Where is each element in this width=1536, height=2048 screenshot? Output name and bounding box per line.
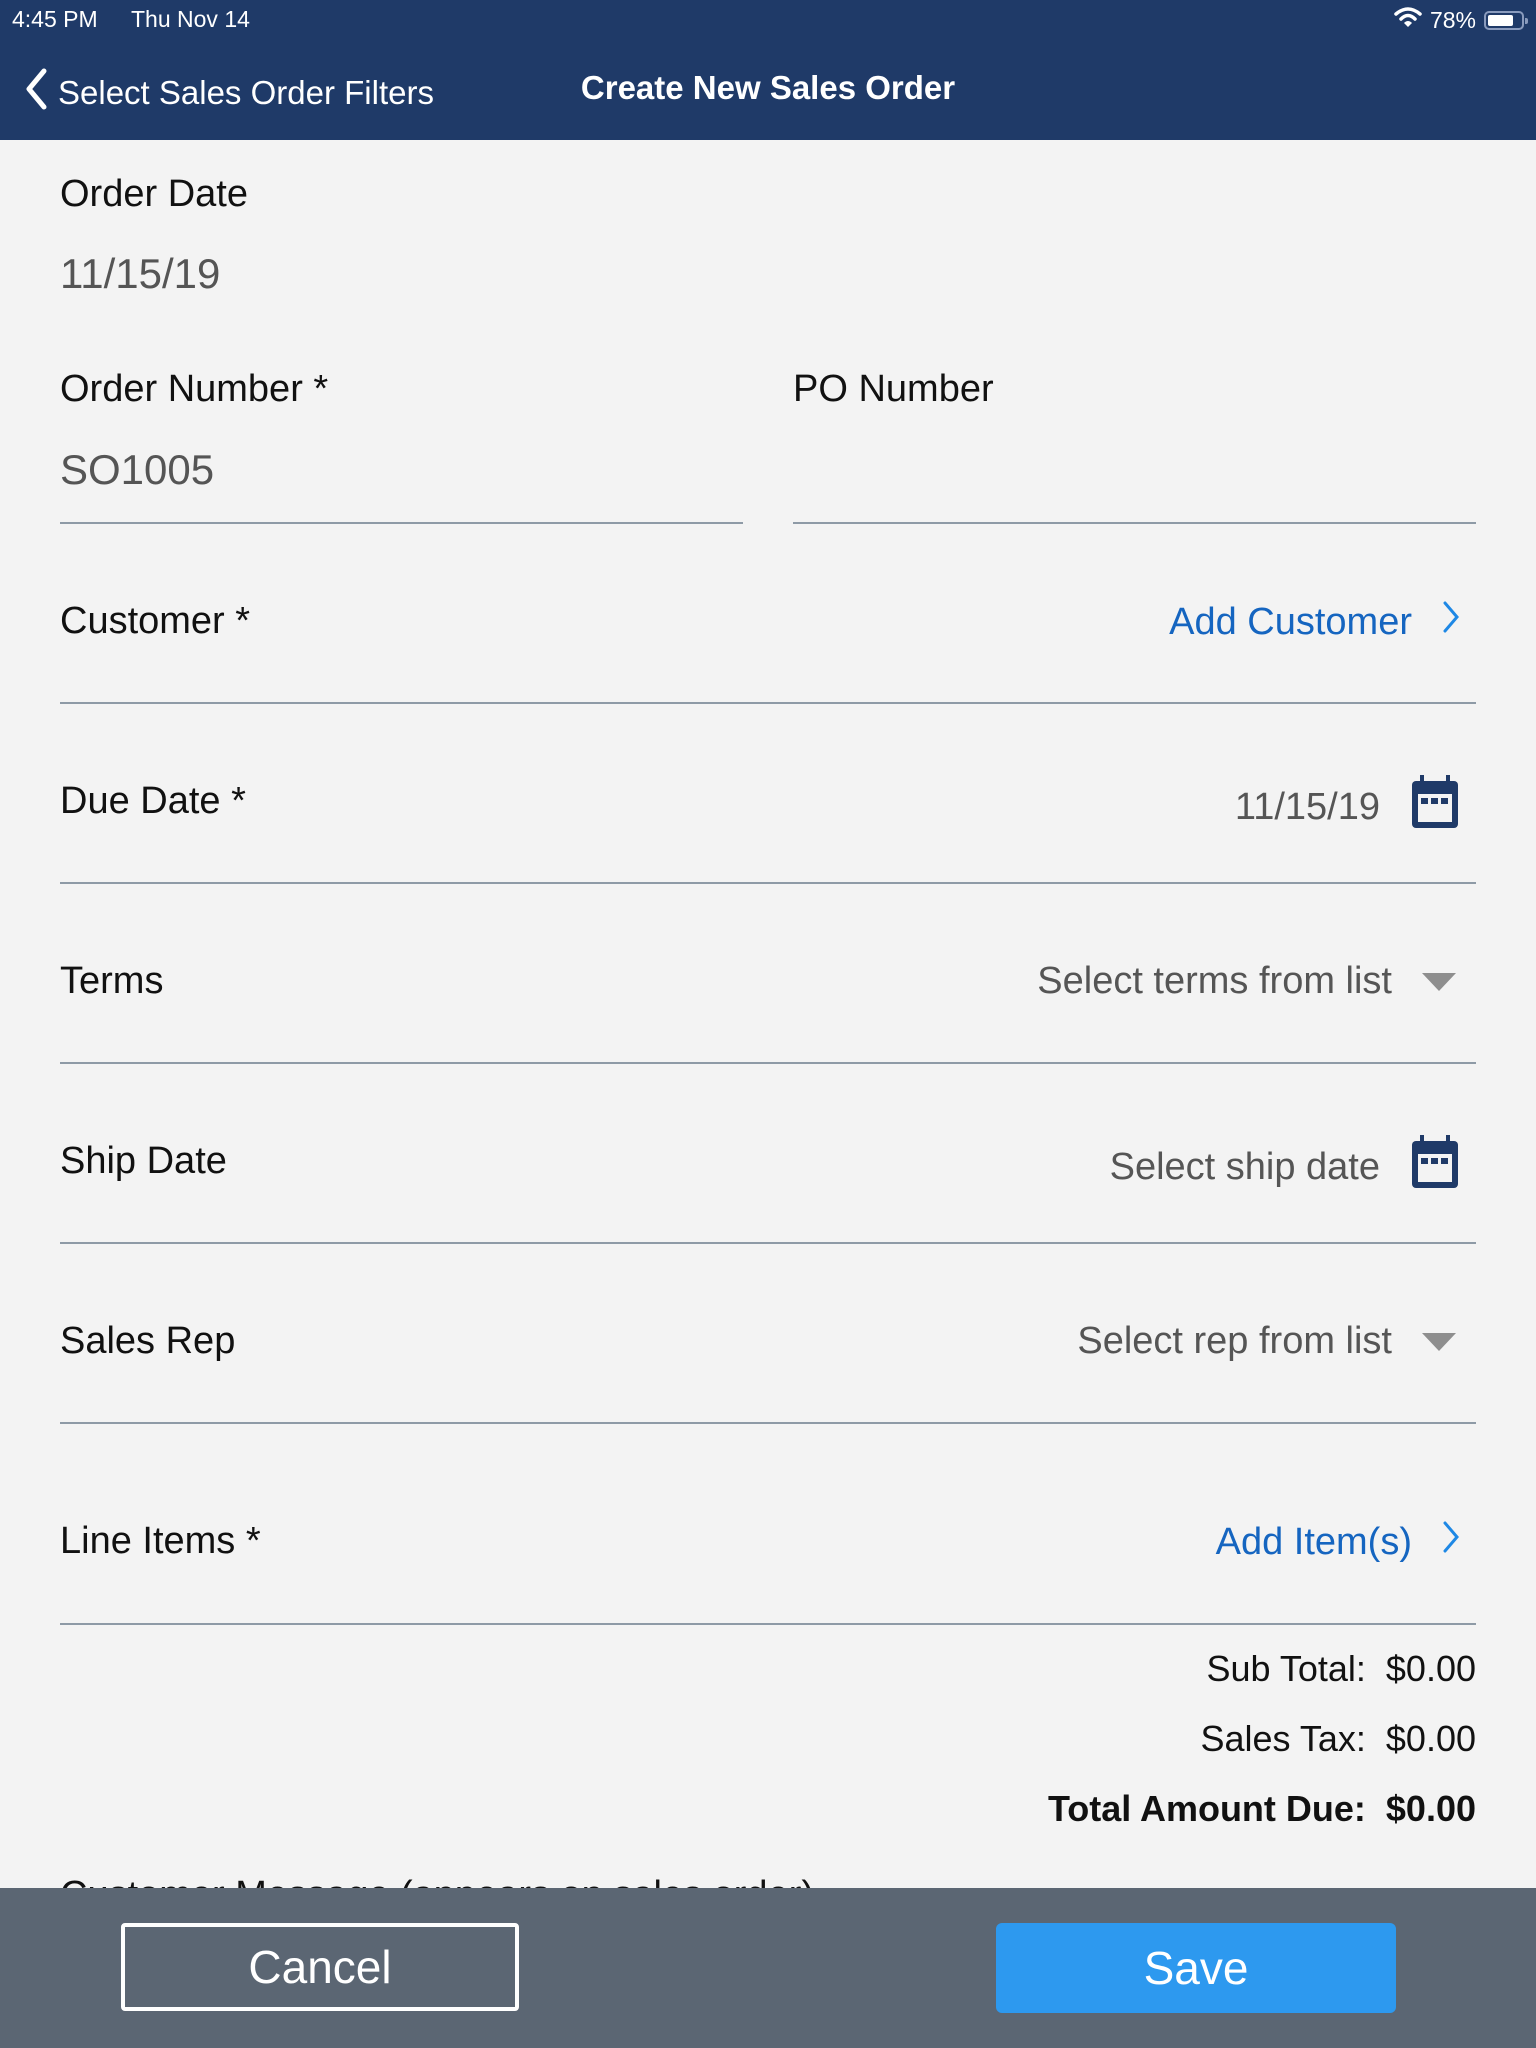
po-number-label: PO Number [793, 368, 994, 410]
due-date-value: 11/15/19 [1234, 785, 1380, 828]
order-date-value: 11/15/19 [60, 250, 221, 297]
sales-rep-dropdown[interactable]: Select rep from list [1077, 1320, 1460, 1363]
line-items-underline [60, 1623, 1476, 1625]
battery-percent: 78% [1429, 6, 1476, 33]
line-items-label: Line Items * [60, 1520, 261, 1562]
terms-dropdown[interactable]: Select terms from list [1037, 960, 1460, 1003]
sub-total-label: Sub Total: [1206, 1648, 1366, 1689]
due-date-label: Due Date * [60, 780, 246, 822]
customer-underline [60, 702, 1476, 704]
sub-total-value: $0.00 [1385, 1648, 1476, 1689]
add-items-button[interactable]: Add Item(s) [1216, 1520, 1460, 1564]
calendar-icon [1410, 774, 1460, 840]
status-date: Thu Nov 14 [131, 6, 250, 32]
po-number-underline [793, 522, 1476, 524]
calendar-icon [1410, 1134, 1460, 1200]
status-bar: 4:45 PM Thu Nov 14 78% [0, 0, 1536, 40]
sales-tax-row: Sales Tax: $0.00 [1200, 1718, 1476, 1760]
terms-placeholder: Select terms from list [1037, 960, 1392, 1002]
status-right: 78% [1394, 6, 1528, 34]
ship-date-underline [60, 1242, 1476, 1244]
due-date-picker[interactable]: 11/15/19 [1235, 774, 1460, 840]
sales-rep-underline [60, 1422, 1476, 1424]
total-due-row: Total Amount Due: $0.00 [1048, 1788, 1476, 1830]
battery-fill [1488, 14, 1513, 26]
terms-label: Terms [60, 960, 164, 1002]
sub-total-row: Sub Total: $0.00 [1206, 1648, 1476, 1690]
bottom-action-bar: Cancel Save [0, 1888, 1536, 2048]
save-button[interactable]: Save [996, 1923, 1396, 2013]
add-items-label: Add Item(s) [1215, 1520, 1412, 1563]
page-title: Create New Sales Order [580, 69, 956, 106]
customer-label: Customer * [60, 600, 251, 642]
add-customer-label: Add Customer [1169, 600, 1412, 643]
ship-date-picker[interactable]: Select ship date [1110, 1134, 1460, 1200]
total-due-value: $0.00 [1385, 1788, 1476, 1829]
cancel-button[interactable]: Cancel [121, 1923, 519, 2011]
wifi-icon [1394, 6, 1422, 34]
po-number-input[interactable] [793, 446, 1476, 506]
order-number-underline [60, 522, 743, 524]
terms-underline [60, 1062, 1476, 1064]
order-number-input[interactable]: SO1005 [60, 446, 214, 494]
ship-date-label: Ship Date [60, 1140, 227, 1182]
battery-icon [1484, 10, 1528, 30]
chevron-right-icon [1442, 1520, 1460, 1564]
sales-tax-value: $0.00 [1385, 1718, 1476, 1759]
sales-rep-placeholder: Select rep from list [1077, 1320, 1392, 1362]
total-due-label: Total Amount Due: [1047, 1788, 1366, 1829]
ship-date-placeholder: Select ship date [1109, 1145, 1380, 1188]
dropdown-caret-icon [1422, 972, 1456, 991]
dropdown-caret-icon [1422, 1332, 1456, 1351]
sales-rep-label: Sales Rep [60, 1320, 236, 1362]
chevron-right-icon [1442, 600, 1460, 644]
add-customer-button[interactable]: Add Customer [1169, 600, 1460, 644]
navigation-bar: Select Sales Order Filters Create New Sa… [0, 40, 1536, 140]
order-date-label: Order Date [60, 173, 248, 215]
status-time: 4:45 PM [12, 6, 98, 32]
sales-tax-label: Sales Tax: [1200, 1718, 1366, 1759]
customer-message-label: Customer Message (appears on sales order… [60, 1872, 814, 1888]
due-date-underline [60, 882, 1476, 884]
order-number-label: Order Number * [60, 368, 329, 410]
